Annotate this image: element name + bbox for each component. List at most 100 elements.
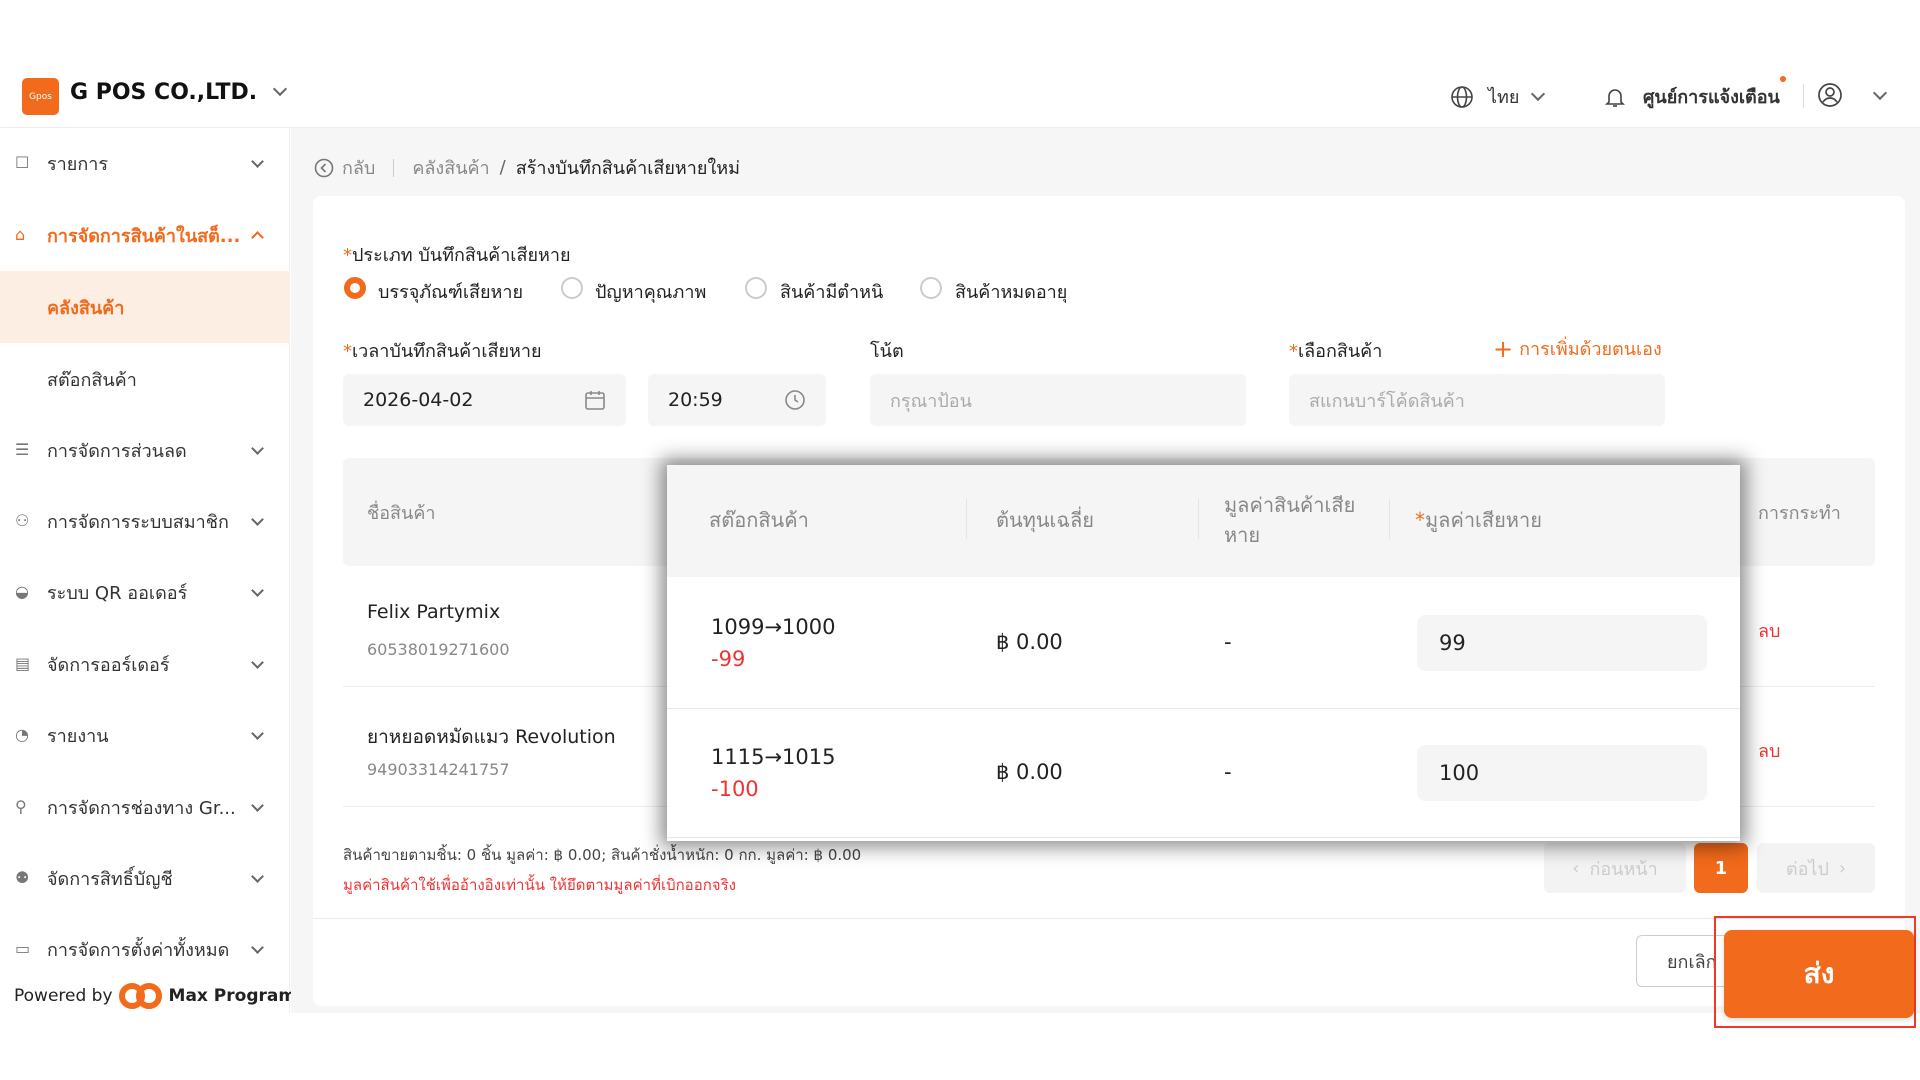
sidebar-item-channels[interactable]: ⚲ การจัดการช่องทาง Gr... — [0, 777, 290, 837]
chevron-down-icon — [272, 81, 287, 97]
sidebar-sub-label: สต๊อกสินค้า — [47, 369, 137, 391]
powered-brand: Max Program — [168, 986, 297, 1006]
time-input[interactable]: 20:59 — [648, 374, 826, 426]
next-page-button[interactable]: ต่อไป › — [1757, 843, 1875, 893]
footer-divider — [313, 918, 1905, 919]
stock-diff: -99 — [711, 647, 746, 671]
monitor-icon: ▭ — [15, 939, 31, 958]
language-selector[interactable]: ไทย — [1450, 82, 1546, 111]
delete-row-button[interactable]: ลบ — [1758, 616, 1780, 645]
sidebar: ☐ รายการ ⌂ การจัดการสินค้าในสต็... คลังส… — [0, 128, 290, 1013]
sidebar-item-label: ระบบ QR ออเดอร์ — [47, 582, 188, 604]
sidebar-item-settings[interactable]: ▭ การจัดการตั้งค่าทั้งหมด — [0, 919, 290, 979]
powered-by: Powered by Max Program — [14, 982, 296, 1010]
loss-value-input[interactable]: 100 — [1417, 745, 1707, 801]
sidebar-item-label: การจัดการส่วนลด — [47, 440, 187, 462]
notification-label: ศูนย์การแจ้งเตือน — [1643, 87, 1780, 108]
radio-expired[interactable] — [920, 277, 942, 299]
sidebar-sub-stock[interactable]: สต๊อกสินค้า — [0, 343, 290, 415]
note-label: โน้ต — [870, 341, 904, 362]
chevron-down-icon — [251, 726, 264, 740]
damage-value: - — [1224, 760, 1232, 784]
max-program-logo-icon — [118, 982, 163, 1010]
chevron-down-icon — [1872, 85, 1888, 100]
bell-icon — [1605, 88, 1625, 107]
product-name: ยาหยอดหมัดแมว Revolution — [367, 726, 616, 748]
sidebar-item-membership[interactable]: ⚇ การจัดการระบบสมาชิก — [0, 491, 290, 551]
list-icon: ☐ — [15, 153, 30, 172]
company-logo: Gpos — [22, 78, 59, 115]
notification-center[interactable]: ศูนย์การแจ้งเตือน — [1603, 76, 1786, 111]
radio-defective[interactable] — [745, 277, 767, 299]
barcode-placeholder: สแกนบาร์โค้ดสินค้า — [1309, 390, 1465, 412]
breadcrumb-separator: / — [499, 157, 506, 178]
hierarchy-icon: ⚲ — [15, 797, 27, 816]
prev-page-button[interactable]: ‹ ก่อนหน้า — [1544, 843, 1686, 893]
delete-row-button[interactable]: ลบ — [1758, 736, 1780, 765]
page-number: 1 — [1714, 857, 1728, 879]
date-input[interactable]: 2026-04-02 — [343, 374, 626, 426]
company-name: G POS CO.,LTD. — [70, 80, 258, 105]
chevron-right-icon: › — [1838, 857, 1847, 879]
radio-packaging-damaged[interactable] — [344, 277, 366, 299]
sidebar-item-label: การจัดการช่องทาง Gr... — [47, 797, 236, 819]
date-value: 2026-04-02 — [363, 389, 474, 411]
chevron-down-icon — [251, 583, 264, 597]
radio-quality-issue[interactable] — [561, 277, 583, 299]
radio-label: สินค้าหมดอายุ — [955, 282, 1068, 303]
sidebar-item-orders[interactable]: ▤ จัดการออร์เดอร์ — [0, 634, 290, 694]
top-header: Gpos G POS CO.,LTD. ไทย ศูนย์การแจ้งเตือ… — [0, 62, 1920, 128]
chevron-down-icon — [251, 869, 264, 883]
sidebar-item-list[interactable]: ☐ รายการ — [0, 133, 290, 193]
loss-value-input[interactable]: 99 — [1417, 615, 1707, 671]
page-1-button[interactable]: 1 — [1694, 843, 1748, 893]
sidebar-item-inventory[interactable]: ⌂ การจัดการสินค้าในสต็... — [0, 205, 290, 265]
sidebar-item-discount[interactable]: ☰ การจัดการส่วนลด — [0, 420, 290, 480]
stock-change: 1099→1000 — [711, 615, 836, 639]
column-separator — [1198, 499, 1199, 539]
detail-panel-header — [667, 465, 1740, 577]
column-header-value-line1: มูลค่าสินค้าเสีย — [1224, 493, 1356, 517]
record-time-label: *เวลาบันทึกสินค้าเสียหาย — [343, 336, 542, 365]
breadcrumb-parent[interactable]: คลังสินค้า — [412, 153, 489, 182]
add-manually-link[interactable]: + การเพิ่มด้วยตนเอง — [1493, 334, 1662, 363]
time-value: 20:59 — [668, 389, 723, 411]
damage-value: - — [1224, 630, 1232, 654]
column-header-value-line2: หาย — [1224, 523, 1261, 547]
clipboard-icon: ▤ — [15, 654, 31, 673]
avg-cost: ฿ 0.00 — [996, 630, 1063, 654]
bell-service-icon: ◒ — [15, 582, 29, 601]
column-separator — [966, 499, 967, 539]
required-mark: * — [343, 341, 352, 362]
sidebar-item-label: รายงาน — [47, 725, 109, 747]
chevron-down-icon — [251, 512, 264, 526]
column-header-value: มูลค่าสินค้าเสีย หาย — [1224, 490, 1374, 550]
sidebar-item-permissions[interactable]: ⚉ จัดการสิทธิ์บัญชี — [0, 848, 290, 908]
sidebar-sub-warehouse[interactable]: คลังสินค้า — [0, 271, 290, 343]
select-product-label: *เลือกสินค้า — [1289, 336, 1382, 365]
select-product-label-text: เลือกสินค้า — [1298, 341, 1383, 362]
note-placeholder: กรุณาป้อน — [890, 390, 972, 412]
required-mark: * — [1415, 508, 1425, 532]
sidebar-item-reports[interactable]: ◔ รายงาน — [0, 705, 290, 765]
breadcrumb: กลับ คลังสินค้า / สร้างบันทึกสินค้าเสียห… — [314, 153, 740, 182]
company-selector[interactable]: G POS CO.,LTD. — [70, 80, 287, 105]
product-name: Felix Partymix — [367, 601, 501, 623]
column-header-stock: สต๊อกสินค้า — [709, 508, 809, 532]
chevron-down-icon — [251, 441, 264, 455]
note-input[interactable]: กรุณาป้อน — [870, 374, 1246, 426]
radio-label: สินค้ามีตำหนิ — [780, 282, 884, 303]
clock-icon — [785, 390, 805, 410]
back-link[interactable]: กลับ — [314, 153, 375, 182]
discount-icon: ☰ — [15, 440, 30, 459]
stock-change: 1115→1015 — [711, 745, 836, 769]
user-menu[interactable] — [1817, 82, 1888, 108]
chevron-down-icon — [1531, 86, 1546, 102]
sidebar-item-qr-order[interactable]: ◒ ระบบ QR ออเดอร์ — [0, 562, 290, 622]
submit-button[interactable]: ส่ง — [1724, 930, 1914, 1018]
sidebar-item-label: รายการ — [47, 153, 108, 175]
barcode-scan-input[interactable]: สแกนบาร์โค้ดสินค้า — [1289, 374, 1665, 426]
column-header-avg-cost: ต้นทุนเฉลี่ย — [996, 508, 1094, 532]
radio-label: บรรจุภัณฑ์เสียหาย — [378, 282, 524, 303]
sidebar-item-label: การจัดการระบบสมาชิก — [47, 511, 229, 533]
